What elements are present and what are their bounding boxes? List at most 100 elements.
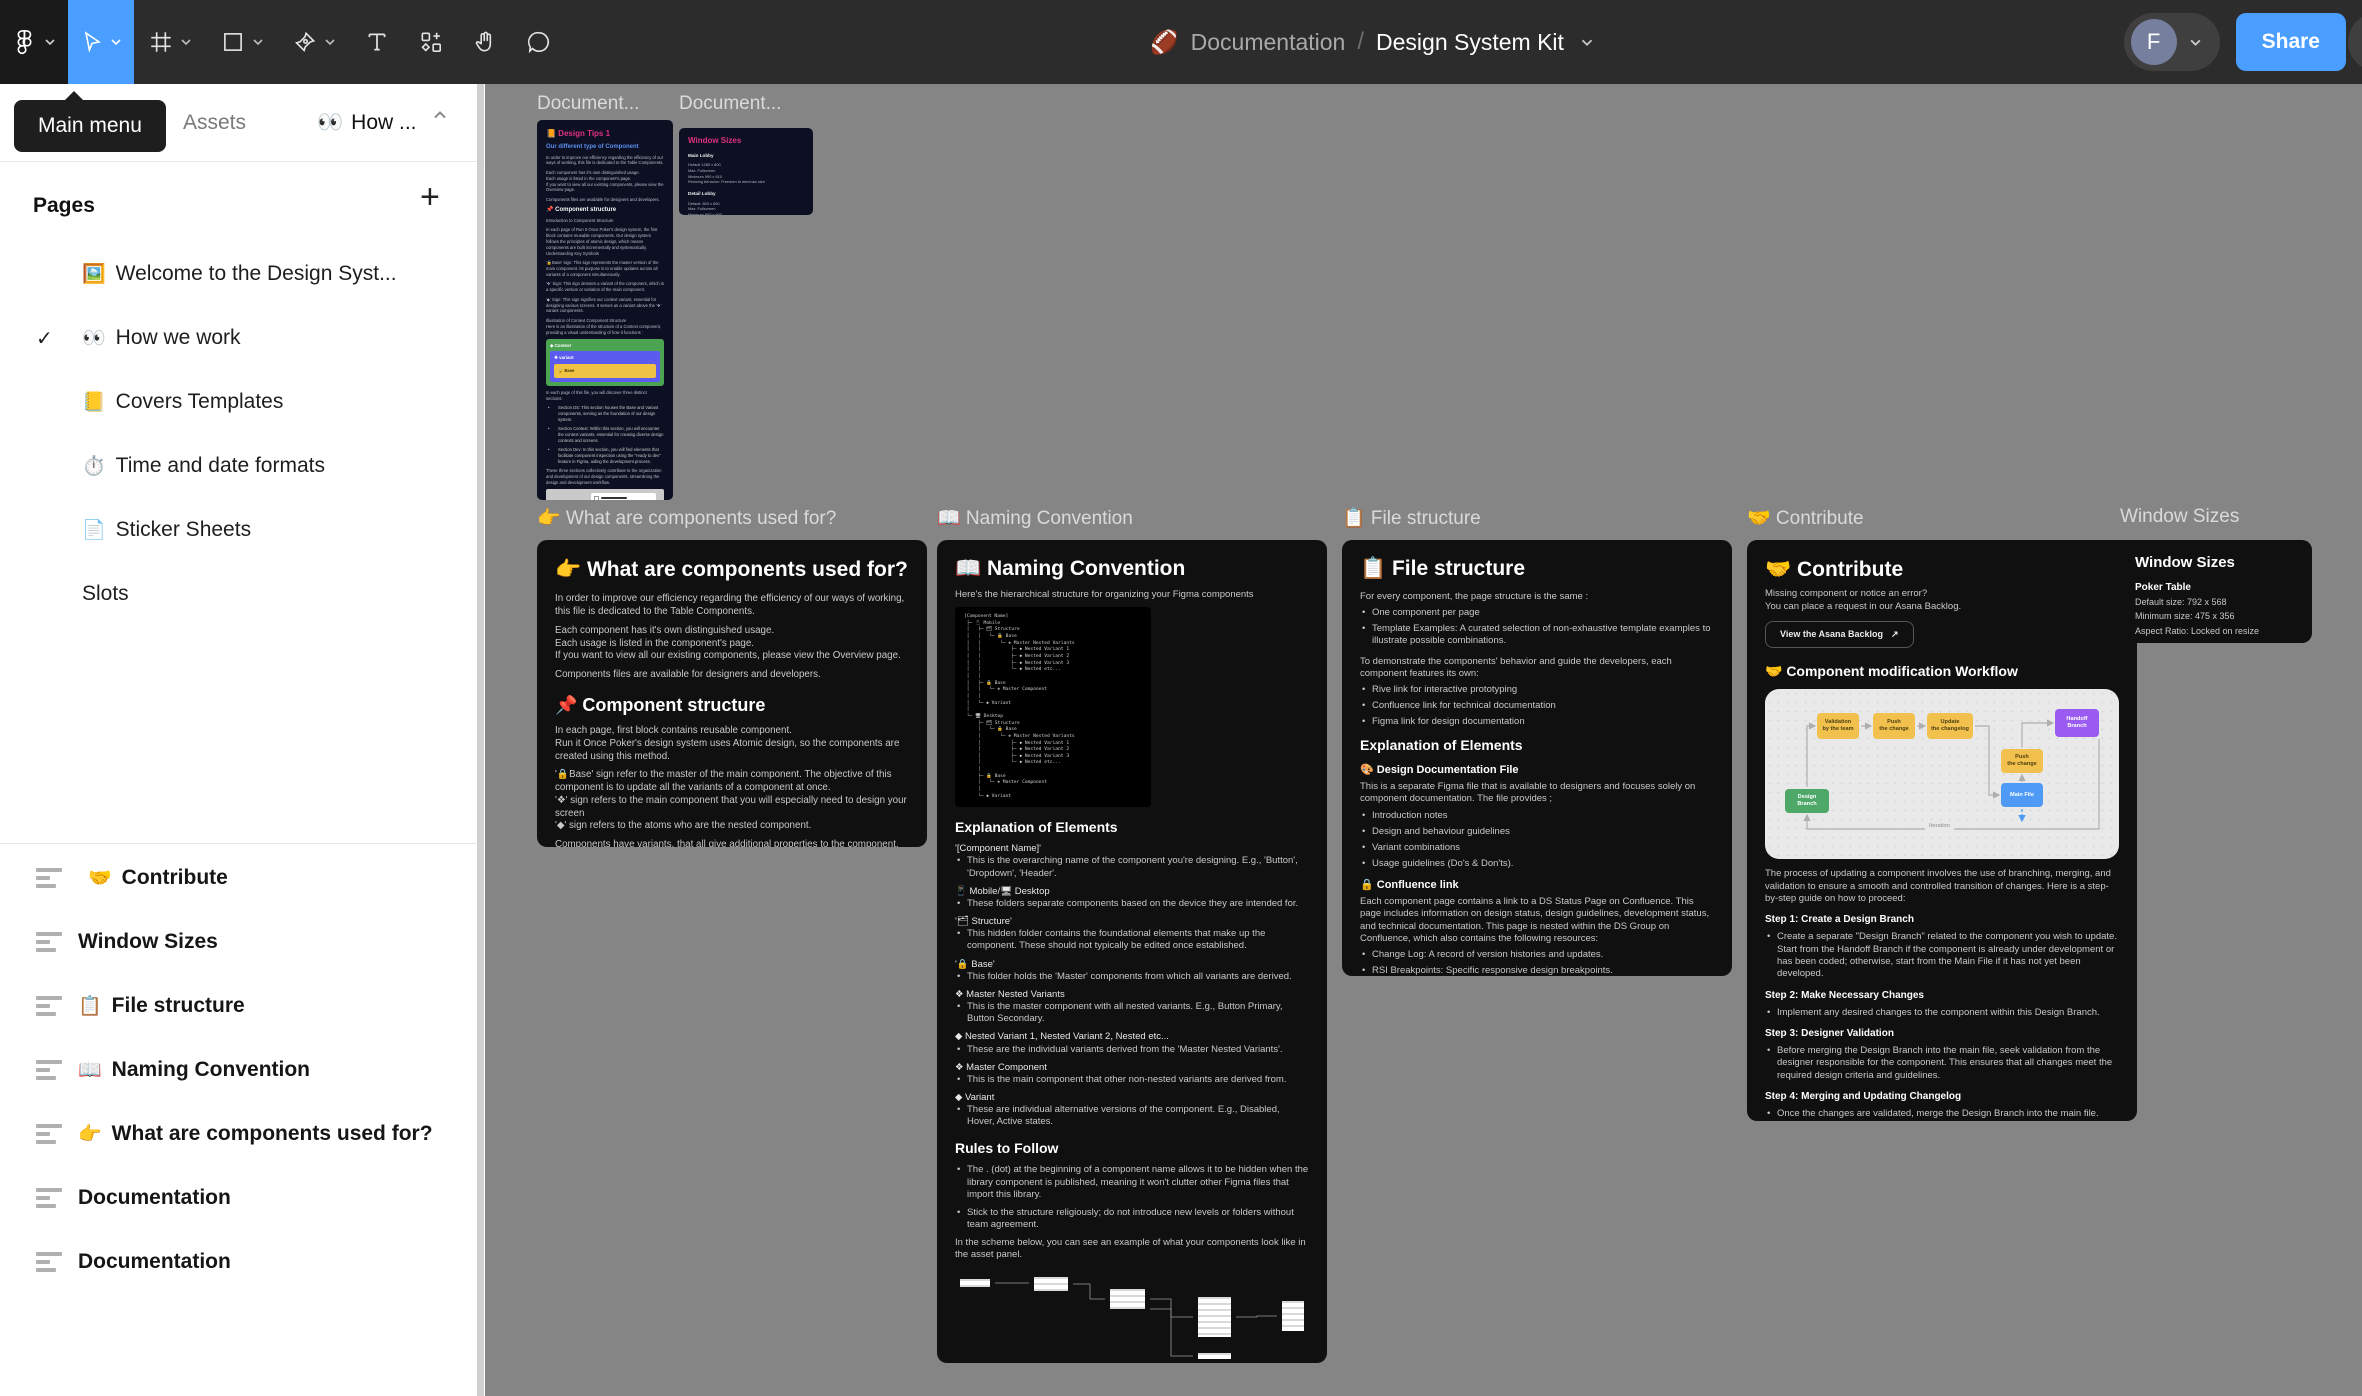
bullet: Confluence link for technical documentat… xyxy=(1360,700,1714,712)
section-icon xyxy=(36,868,62,892)
frame-label-file[interactable]: 📋 File structure xyxy=(1342,506,1481,530)
sidebar-scrollbar[interactable] xyxy=(477,84,484,1396)
layer-label: Documentation xyxy=(78,1186,231,1210)
contribute-card[interactable]: 🤝 Contribute Missing component or notice… xyxy=(1747,540,2137,1121)
check-icon: ✓ xyxy=(36,326,53,351)
step-desc: Once the changes are validated, merge th… xyxy=(1765,1108,2119,1120)
variant-box-label: ❖ variant xyxy=(554,355,656,361)
scheme-box xyxy=(1105,1285,1150,1313)
file-structure-card[interactable]: 📋 File structure For every component, th… xyxy=(1342,540,1732,976)
what-components-card[interactable]: 👉 What are components used for? In order… xyxy=(537,540,927,847)
node-validation: Validation by the team xyxy=(1817,713,1859,739)
group-lines: Default: 800 x 600 Max: Fullscreen Minim… xyxy=(688,201,804,215)
page-item-how-we-work[interactable]: ✓ 👀 How we work xyxy=(0,306,475,370)
entry-title: 📱 Mobile/🖥 Desktop xyxy=(955,886,1309,898)
bullet: Introduction notes xyxy=(1360,810,1714,822)
section-heading: 📌 Component structure xyxy=(555,694,909,717)
bullet: Usage guidelines (Do's & Don'ts). xyxy=(1360,858,1714,870)
paragraph: '🔒Base' sign refer to the master of the … xyxy=(555,769,909,833)
pen-tool-button[interactable] xyxy=(278,0,350,84)
spec-line: Aspect Ratio: Locked on resize xyxy=(2135,626,2297,638)
breadcrumb-file-name[interactable]: Design System Kit xyxy=(1376,29,1564,56)
share-button[interactable]: Share xyxy=(2236,13,2346,71)
shape-tool-button[interactable] xyxy=(206,0,278,84)
asana-backlog-button[interactable]: View the Asana Backlog ↗ xyxy=(1765,621,1914,648)
entry-title: ◆ Variant xyxy=(955,1092,1309,1104)
window-sizes-card[interactable]: Window Sizes Poker Table Default size: 7… xyxy=(2120,540,2312,643)
main-menu-button[interactable] xyxy=(0,0,68,84)
hand-tool-button[interactable] xyxy=(458,0,512,84)
button-label: View the Asana Backlog xyxy=(1780,629,1883,639)
design-tips-frame[interactable]: 📙 Design Tips 1 Our different type of Co… xyxy=(537,120,673,500)
text-tool-button[interactable] xyxy=(350,0,404,84)
page-label: Time and date formats xyxy=(116,454,325,478)
section-heading: Explanation of Elements xyxy=(955,819,1309,837)
step-desc: Implement any desired changes to the com… xyxy=(1765,1007,2119,1019)
layer-item-window-sizes[interactable]: Window Sizes xyxy=(0,910,475,974)
tab-assets[interactable]: Assets xyxy=(183,84,246,161)
project-icon: 🏈 xyxy=(1150,29,1179,56)
page-label: Welcome to the Design Syst... xyxy=(116,262,397,286)
entry-title: '🗂 Structure' xyxy=(955,916,1309,928)
entry-desc: These are the individual variants derive… xyxy=(955,1044,1309,1056)
account-menu[interactable]: F xyxy=(2124,13,2220,71)
frame-label-naming[interactable]: 📖 Naming Convention xyxy=(937,506,1133,530)
resources-tool-button[interactable] xyxy=(404,0,458,84)
layer-item-what-components[interactable]: 👉 What are components used for? xyxy=(0,1102,475,1166)
frame-label-window-sizes[interactable]: Window Sizes xyxy=(2120,506,2239,528)
section-icon xyxy=(36,932,62,956)
add-page-button[interactable]: + xyxy=(420,180,440,214)
page-item-welcome[interactable]: 🖼️ Welcome to the Design Syst... xyxy=(0,242,475,306)
entry-desc: These are individual alternative version… xyxy=(955,1104,1309,1128)
frame-label-document-2[interactable]: Document... xyxy=(679,93,781,115)
node-handoff-branch: Handoff Branch xyxy=(2055,709,2099,737)
page-item-sticker-sheets[interactable]: 📄 Sticker Sheets xyxy=(0,498,475,562)
scheme-box xyxy=(955,1275,995,1291)
spec-line: Default size: 792 x 568 xyxy=(2135,597,2297,609)
frame-label-document-1[interactable]: Document... xyxy=(537,93,639,115)
thumb-title: Window Sizes xyxy=(688,135,804,147)
page-item-slots[interactable]: Slots xyxy=(0,562,475,626)
node-design-branch: Design Branch xyxy=(1785,789,1829,813)
layer-item-contribute[interactable]: 🤝 Contribute xyxy=(0,846,475,910)
layer-item-documentation-1[interactable]: Documentation xyxy=(0,1166,475,1230)
paragraph: Components have variants, that all give … xyxy=(555,839,909,847)
thumb-subtitle: Our different type of Component xyxy=(546,143,664,151)
group-title: Main Lobby xyxy=(688,153,804,160)
thumb-bullet: Section DS: This section houses the Base… xyxy=(546,405,664,423)
step-heading: Step 2: Make Necessary Changes xyxy=(1765,989,2119,1002)
window-sizes-thumb-frame[interactable]: Window Sizes Main Lobby Default 1280 x 8… xyxy=(679,128,813,215)
base-box-label: 🔒 Base xyxy=(554,364,656,378)
page-item-time-date[interactable]: ⏱️ Time and date formats xyxy=(0,434,475,498)
entry-desc: This folder holds the 'Master' component… xyxy=(955,971,1309,983)
chevron-down-icon xyxy=(2189,38,2202,47)
page-emoji: 📒 xyxy=(82,390,106,414)
scheme-box xyxy=(1277,1297,1309,1335)
tab-current-page[interactable]: 👀 How ... xyxy=(317,84,417,161)
node-push-change-2: Push the change xyxy=(2001,749,2043,773)
group-title: Poker Table xyxy=(2135,581,2297,594)
spec-line: Minimum size: 475 x 356 xyxy=(2135,611,2297,623)
page-item-covers-templates[interactable]: 📒 Covers Templates xyxy=(0,370,475,434)
comment-tool-button[interactable] xyxy=(512,0,566,84)
naming-convention-card[interactable]: 📖 Naming Convention Here's the hierarchi… xyxy=(937,540,1327,1363)
section-icon xyxy=(36,996,62,1020)
bullet: Rive link for interactive prototyping xyxy=(1360,684,1714,696)
file-menu-chevron-icon[interactable] xyxy=(1580,38,1594,47)
frame-label-contribute[interactable]: 🤝 Contribute xyxy=(1747,506,1864,530)
hand-icon xyxy=(472,29,498,55)
thumb-paragraph: Introduction to Component Structure xyxy=(546,218,664,224)
frame-icon xyxy=(148,29,174,55)
bullet: RSI Breakpoints: Specific responsive des… xyxy=(1360,965,1714,976)
layer-label: What are components used for? xyxy=(112,1122,433,1146)
layer-item-documentation-2[interactable]: Documentation xyxy=(0,1230,475,1294)
chevron-up-icon[interactable] xyxy=(432,110,448,120)
layer-item-file-structure[interactable]: 📋 File structure xyxy=(0,974,475,1038)
paragraph: In order to improve our efficiency regar… xyxy=(555,593,909,618)
frame-tool-button[interactable] xyxy=(134,0,206,84)
layer-item-naming-convention[interactable]: 📖 Naming Convention xyxy=(0,1038,475,1102)
breadcrumb-project[interactable]: Documentation xyxy=(1191,29,1346,56)
bullet: Design and behaviour guidelines xyxy=(1360,826,1714,838)
frame-label-what[interactable]: 👉 What are components used for? xyxy=(537,506,836,530)
move-tool-button[interactable] xyxy=(68,0,134,84)
